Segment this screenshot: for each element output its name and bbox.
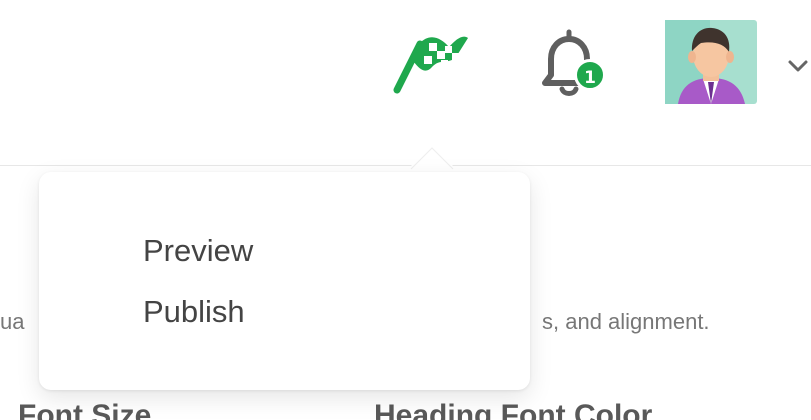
section-description-partial-right: s, and alignment. xyxy=(542,309,710,334)
notification-count-badge: 1 xyxy=(574,59,606,91)
dropdown-arrow xyxy=(408,145,456,170)
notifications-button[interactable]: 1 xyxy=(525,27,620,117)
user-avatar[interactable] xyxy=(665,20,757,104)
section-description-partial-left: ua xyxy=(0,309,25,334)
editor-page: 1 ua s, and alignment. Font Size Heading… xyxy=(0,0,811,420)
publish-menu-item[interactable]: Publish xyxy=(143,296,245,327)
font-size-heading: Font Size xyxy=(18,399,152,420)
checkered-flag-icon[interactable] xyxy=(390,22,472,94)
publish-dropdown-menu: Preview Publish xyxy=(39,172,530,390)
heading-font-color-heading: Heading Font Color xyxy=(374,399,653,420)
preview-menu-item[interactable]: Preview xyxy=(143,235,253,266)
top-navigation-bar: 1 xyxy=(0,0,811,166)
chevron-down-icon[interactable] xyxy=(785,53,811,79)
